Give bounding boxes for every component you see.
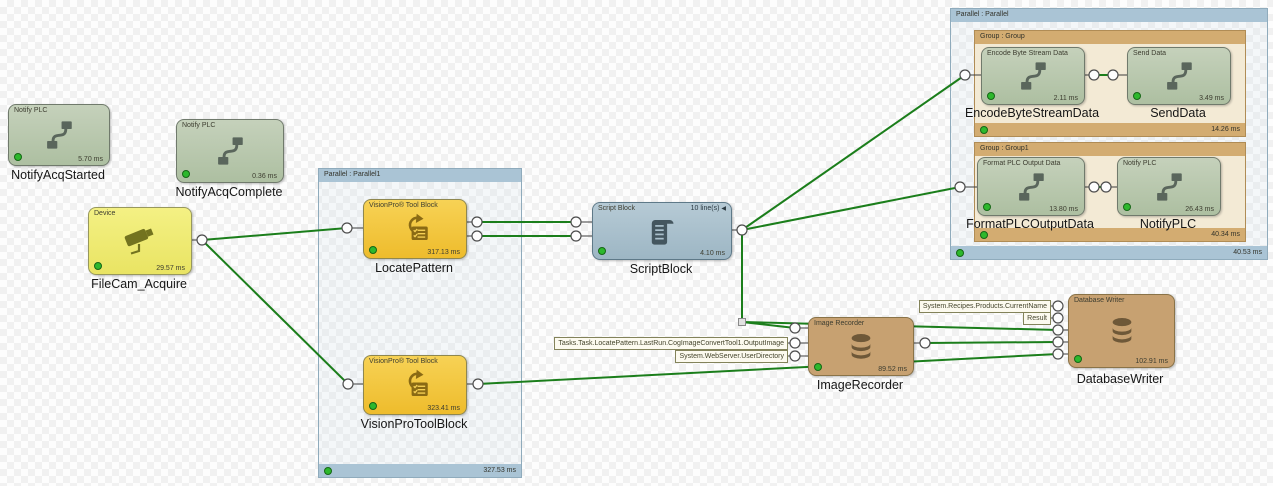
- port[interactable]: [790, 338, 800, 348]
- wire[interactable]: [742, 75, 965, 230]
- port[interactable]: [1053, 349, 1063, 359]
- port[interactable]: [955, 182, 965, 192]
- node-title: LocatePattern: [375, 261, 453, 275]
- node-title: SendData: [1150, 106, 1206, 120]
- execution-time: 2.11 ms: [1054, 95, 1078, 102]
- status-led: [14, 153, 22, 161]
- port[interactable]: [343, 379, 353, 389]
- node-filecam-acquire[interactable]: Device 29.57 ms: [88, 207, 192, 275]
- node-title: NotifyAcqStarted: [11, 168, 105, 182]
- port[interactable]: [1053, 301, 1063, 311]
- port-label-output-image[interactable]: Tasks.Task.LocatePattern.LastRun.CogImag…: [554, 337, 788, 350]
- status-led: [814, 363, 822, 371]
- node-format-plc-output-data[interactable]: Format PLC Output Data 13.80 ms: [977, 157, 1085, 216]
- node-title: NotifyAcqComplete: [176, 185, 283, 199]
- execution-time: 26.43 ms: [1185, 206, 1214, 213]
- execution-time: 89.52 ms: [878, 366, 907, 373]
- status-led: [1123, 203, 1131, 211]
- node-title: VisionProToolBlock: [361, 417, 468, 431]
- execution-time: 4.10 ms: [700, 250, 725, 257]
- database-icon: [1069, 295, 1174, 367]
- node-visionpro-toolblock[interactable]: VisionPro® Tool Block 323.41 ms: [363, 355, 467, 415]
- status-led: [983, 203, 991, 211]
- port-label-result[interactable]: Result: [1023, 312, 1051, 325]
- node-script-block[interactable]: Script Block 10 line(s) ◀ 4.10 ms: [592, 202, 732, 260]
- node-title: EncodeByteStreamData: [965, 106, 1099, 120]
- junction-handle[interactable]: [739, 319, 746, 326]
- port[interactable]: [472, 217, 482, 227]
- execution-time: 3.49 ms: [1199, 95, 1224, 102]
- port[interactable]: [960, 70, 970, 80]
- wire[interactable]: [925, 342, 1058, 343]
- node-notify-plc[interactable]: Notify PLC 26.43 ms: [1117, 157, 1221, 216]
- node-title: DatabaseWriter: [1077, 372, 1164, 386]
- wire[interactable]: [742, 187, 960, 230]
- port[interactable]: [571, 217, 581, 227]
- port[interactable]: [1053, 313, 1063, 323]
- port[interactable]: [473, 379, 483, 389]
- execution-time: 29.57 ms: [156, 265, 185, 272]
- execution-time: 0.36 ms: [252, 173, 277, 180]
- status-led: [369, 246, 377, 254]
- port[interactable]: [571, 231, 581, 241]
- port[interactable]: [197, 235, 207, 245]
- port-label-user-directory[interactable]: System.WebServer.UserDirectory: [675, 350, 788, 363]
- execution-time: 317.13 ms: [427, 249, 460, 256]
- node-encode-byte-stream-data[interactable]: Encode Byte Stream Data 2.11 ms: [981, 47, 1085, 105]
- port[interactable]: [790, 323, 800, 333]
- execution-time: 102.91 ms: [1135, 358, 1168, 365]
- wire[interactable]: [202, 228, 347, 240]
- node-locate-pattern[interactable]: VisionPro® Tool Block 317.13 ms: [363, 199, 467, 259]
- port[interactable]: [1053, 337, 1063, 347]
- status-led: [987, 92, 995, 100]
- node-notify-acq-complete[interactable]: Notify PLC 0.36 ms: [176, 119, 284, 183]
- port[interactable]: [1108, 70, 1118, 80]
- wire[interactable]: [742, 230, 795, 328]
- node-title: FileCam_Acquire: [91, 277, 187, 291]
- port[interactable]: [1053, 325, 1063, 335]
- port[interactable]: [1089, 182, 1099, 192]
- port[interactable]: [737, 225, 747, 235]
- node-notify-acq-started[interactable]: Notify PLC 5.70 ms: [8, 104, 110, 166]
- port[interactable]: [1101, 182, 1111, 192]
- status-led: [94, 262, 102, 270]
- status-led: [182, 170, 190, 178]
- port[interactable]: [790, 351, 800, 361]
- node-send-data[interactable]: Send Data 3.49 ms: [1127, 47, 1231, 105]
- execution-time: 323.41 ms: [427, 405, 460, 412]
- dataflow-canvas[interactable]: Parallel : Parallel1 327.53 ms Parallel …: [0, 0, 1273, 486]
- node-title: NotifyPLC: [1140, 217, 1196, 231]
- port[interactable]: [1089, 70, 1099, 80]
- wire[interactable]: [202, 240, 348, 384]
- node-title: FormatPLCOutputData: [966, 217, 1094, 231]
- port[interactable]: [342, 223, 352, 233]
- status-led: [369, 402, 377, 410]
- node-database-writer[interactable]: Database Writer 102.91 ms: [1068, 294, 1175, 368]
- execution-time: 13.80 ms: [1049, 206, 1078, 213]
- port[interactable]: [472, 231, 482, 241]
- node-title: ScriptBlock: [630, 262, 693, 276]
- node-title: ImageRecorder: [817, 378, 903, 392]
- node-image-recorder[interactable]: Image Recorder 89.52 ms: [808, 317, 914, 376]
- status-led: [1074, 355, 1082, 363]
- status-led: [598, 247, 606, 255]
- execution-time: 5.70 ms: [78, 156, 103, 163]
- status-led: [1133, 92, 1141, 100]
- port[interactable]: [920, 338, 930, 348]
